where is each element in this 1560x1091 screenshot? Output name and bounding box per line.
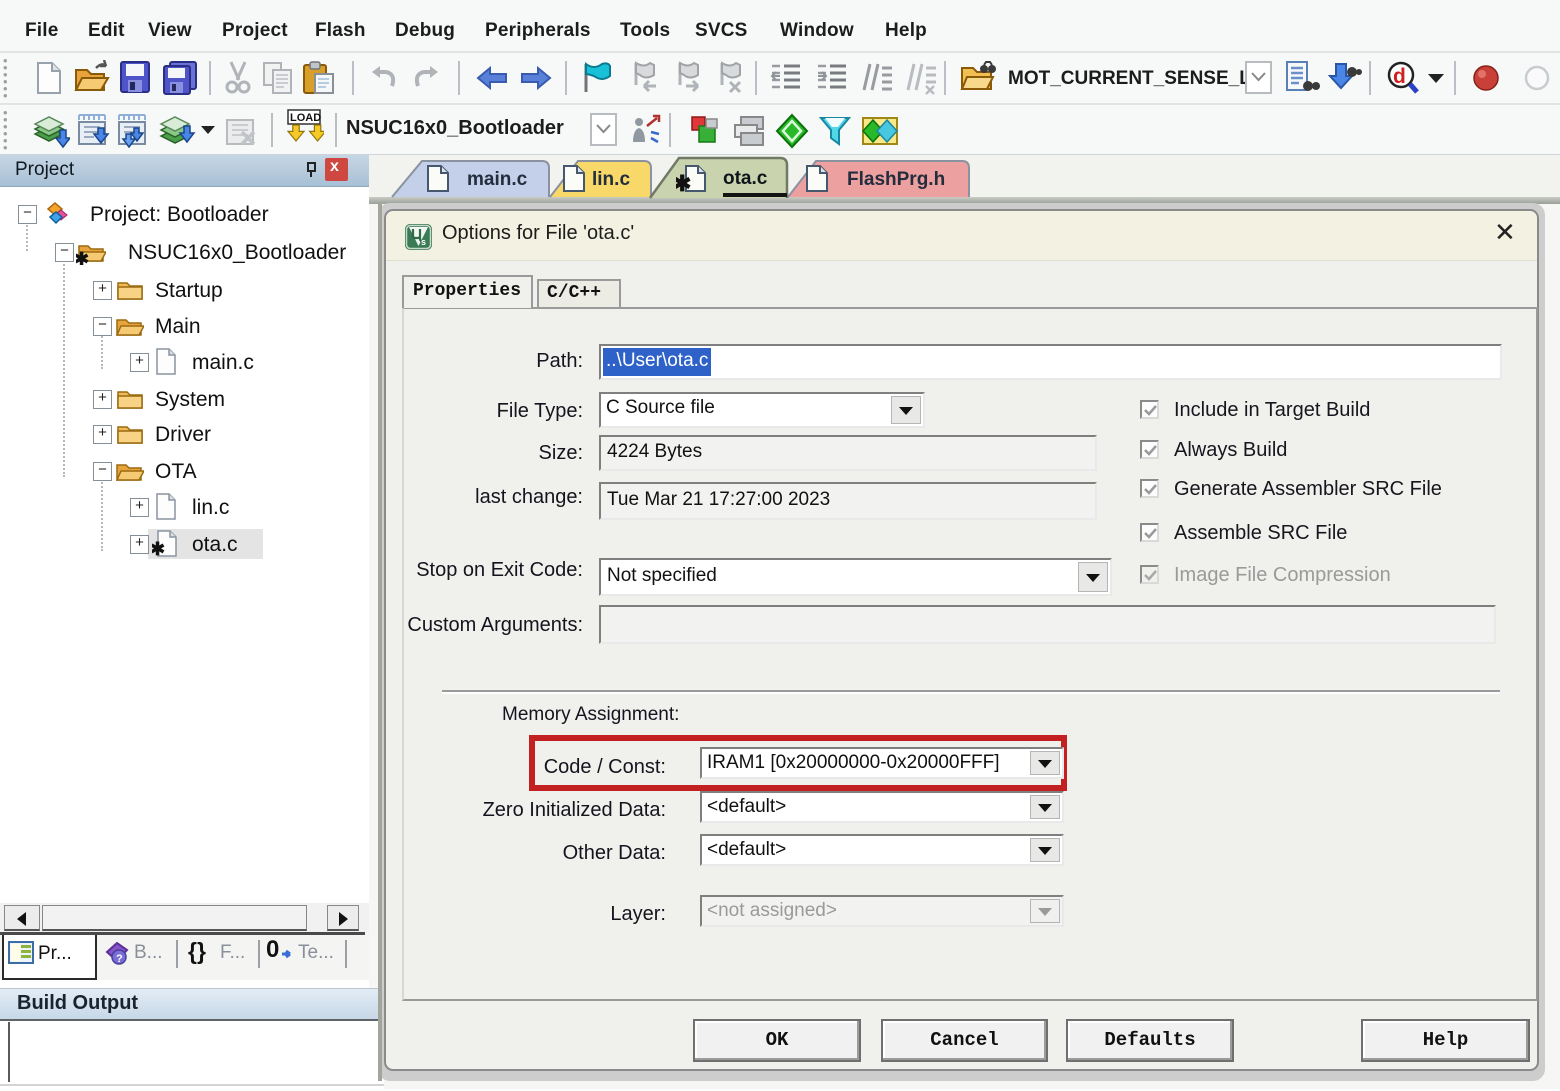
svg-text:✱: ✱	[152, 539, 165, 557]
svg-text:LOAD: LOAD	[290, 112, 321, 124]
svg-text:✱: ✱	[676, 171, 691, 194]
svg-text:d: d	[1393, 65, 1406, 88]
svg-text:✱: ✱	[76, 249, 89, 265]
svg-text:s: s	[421, 237, 426, 247]
svg-text:?: ?	[116, 953, 123, 965]
